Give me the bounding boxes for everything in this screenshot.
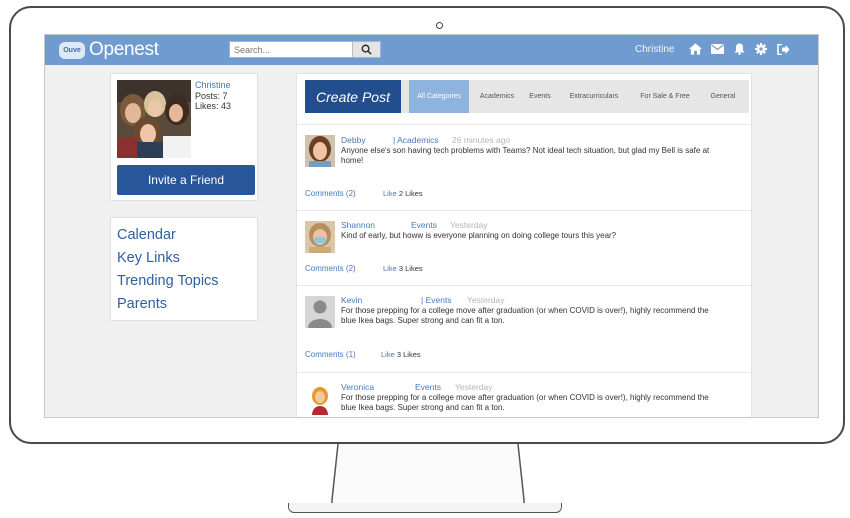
post-timestamp: 26 minutes ago [452,135,511,145]
mail-icon[interactable] [709,41,725,57]
sign-out-icon[interactable] [775,41,791,57]
feed-header: Create Post All Categories Academics Eve… [305,80,749,113]
search-icon [361,44,372,55]
top-icon-group [687,41,791,57]
profile-post-count: Posts: 7 [195,91,228,101]
post-body: Anyone else's son having tech problems w… [341,146,710,165]
post-author-name[interactable]: Kevin [341,295,362,305]
profile-photo[interactable] [117,80,191,158]
profile-card: Christine Posts: 7 Likes: 43 Invite a Fr… [110,73,258,201]
post-body: For those prepping for a college move af… [341,306,709,325]
nav-link-parents[interactable]: Parents [117,293,257,316]
search-bar [229,41,381,58]
monitor-stand [331,444,525,506]
like-button[interactable]: Like [383,264,397,273]
app-logo[interactable]: Ouve Openest [59,39,159,61]
tab-extracurriculars[interactable]: Extracurriculars [561,80,627,113]
nav-link-trending-topics[interactable]: Trending Topics [117,270,257,293]
gear-icon[interactable] [753,41,769,57]
app-name: Openest [89,39,159,60]
post-body: Kind of early, but howw is everyone plan… [341,231,617,240]
comments-link[interactable]: Comments (2) [305,264,356,273]
like-count: 3 Likes [396,350,421,359]
post-feed: Create Post All Categories Academics Eve… [296,73,752,417]
post-author-name[interactable]: Veronica [341,382,374,392]
post-category[interactable]: | Events [421,295,452,305]
nav-link-calendar[interactable]: Calendar [117,224,257,247]
post-timestamp: Yesterday [455,382,493,392]
post-author-name[interactable]: Debby [341,135,366,145]
like-area: Like 3 Likes [383,264,423,273]
camera-dot [436,22,443,29]
post-author-avatar[interactable] [305,383,335,415]
like-count: 3 Likes [398,264,423,273]
post-item: Shannon Events Yesterday Kind of early, … [297,210,751,285]
post-author-avatar[interactable] [305,135,335,167]
bell-icon[interactable] [731,41,747,57]
nav-link-key-links[interactable]: Key Links [117,247,257,270]
post-item: Veronica Events Yesterday For those prep… [297,372,751,417]
create-post-button[interactable]: Create Post [305,80,401,113]
like-button[interactable]: Like [383,189,397,198]
comments-link[interactable]: Comments (1) [305,350,356,359]
tab-academics[interactable]: Academics [473,80,521,113]
post-category[interactable]: | Academics [393,135,439,145]
search-button[interactable] [352,42,380,57]
top-navbar: Ouve Openest Christine [45,35,818,65]
post-timestamp: Yesterday [467,295,505,305]
like-area: Like 2 Likes [383,189,423,198]
current-user-name[interactable]: Christine [635,44,674,55]
comments-link[interactable]: Comments (2) [305,189,356,198]
post-timestamp: Yesterday [450,220,488,230]
app-screen: Ouve Openest Christine [44,34,819,418]
profile-name[interactable]: Christine [195,80,231,90]
post-author-avatar[interactable] [305,296,335,328]
tab-all-categories[interactable]: All Categories [409,80,469,113]
post-item: Debby | Academics 26 minutes ago Anyone … [297,124,751,210]
post-category[interactable]: Events [411,220,437,230]
tab-general[interactable]: General [703,80,743,113]
monitor-base [288,503,562,513]
search-input[interactable] [230,44,352,55]
post-item: Kevin | Events Yesterday For those prepp… [297,285,751,372]
like-count: 2 Likes [398,189,423,198]
post-category[interactable]: Events [415,382,441,392]
monitor-mockup: Ouve Openest Christine [0,0,850,518]
logo-badge-icon: Ouve [59,41,85,59]
profile-like-count: Likes: 43 [195,101,232,111]
post-body: For those prepping for a college move af… [341,393,709,412]
invite-friend-button[interactable]: Invite a Friend [117,165,255,195]
like-button[interactable]: Like [381,350,395,359]
quick-links-card: Calendar Key Links Trending Topics Paren… [110,217,258,321]
tab-events[interactable]: Events [525,80,555,113]
post-author-name[interactable]: Shannon [341,220,375,230]
like-area: Like 3 Likes [381,350,421,359]
post-author-avatar[interactable] [305,221,335,253]
home-icon[interactable] [687,41,703,57]
tab-for-sale-free[interactable]: For Sale & Free [633,80,697,113]
